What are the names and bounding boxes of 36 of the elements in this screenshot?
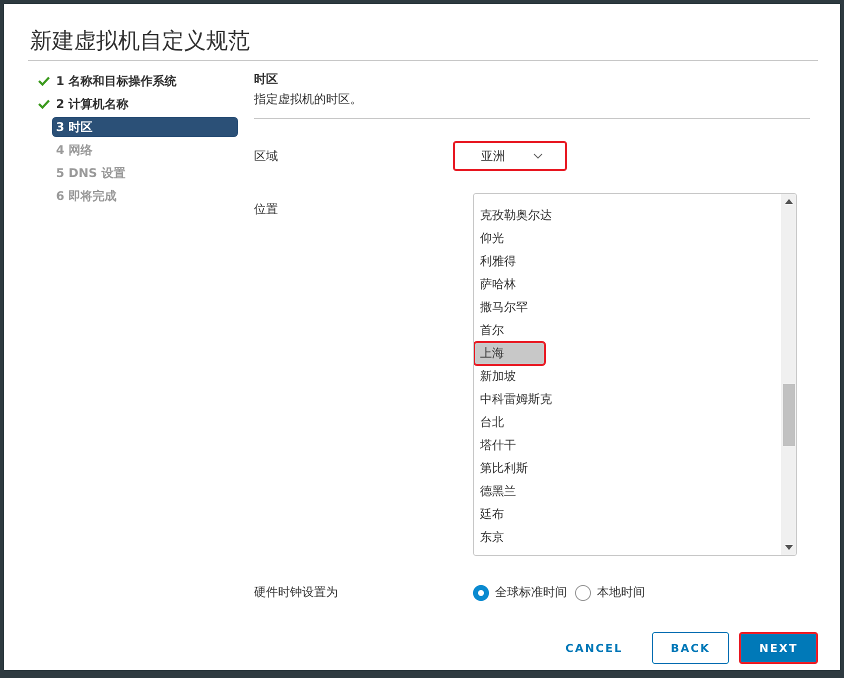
dialog-title: 新建虚拟机自定义规范: [28, 4, 818, 61]
list-item[interactable]: 仰光: [474, 227, 781, 250]
scroll-down-icon: [784, 545, 792, 550]
list-item[interactable]: 廷布: [474, 503, 781, 526]
wizard-step[interactable]: 1 名称和目标操作系统: [36, 71, 238, 91]
list-item[interactable]: 德黑兰: [474, 480, 781, 503]
list-item[interactable]: 首尔: [474, 319, 781, 342]
region-dropdown[interactable]: 亚洲: [453, 141, 567, 171]
list-item[interactable]: 中科雷姆斯克: [474, 388, 781, 411]
scroll-up-icon: [784, 199, 792, 204]
field-label: 位置: [254, 201, 279, 218]
radio-button[interactable]: [575, 584, 591, 600]
list-item[interactable]: 克孜勒奥尔达: [474, 204, 781, 227]
next-button[interactable]: NEXT: [739, 632, 818, 664]
wizard-step[interactable]: 2 计算机名称: [36, 94, 238, 114]
list-item[interactable]: 台北: [474, 411, 781, 434]
section-description: 指定虚拟机的时区。: [254, 91, 810, 119]
radio-button[interactable]: [473, 584, 489, 600]
scroll-thumb[interactable]: [782, 384, 794, 446]
radio-option[interactable]: 本地时间: [575, 584, 645, 601]
chevron-down-icon: [533, 153, 543, 159]
list-item[interactable]: 东京: [474, 526, 781, 549]
list-item[interactable]: 撒马尔罕: [474, 296, 781, 319]
field-label: 硬件时钟设置为: [254, 584, 339, 601]
radio-option[interactable]: 全球标准时间: [473, 584, 567, 601]
list-item[interactable]: 上海: [474, 342, 545, 365]
list-item[interactable]: 利雅得: [474, 250, 781, 273]
list-item[interactable]: 第比利斯: [474, 457, 781, 480]
wizard-step[interactable]: 3 时区: [52, 117, 238, 137]
scrollbar[interactable]: [781, 194, 796, 555]
back-button[interactable]: BACK: [652, 632, 730, 664]
list-item[interactable]: 新加坡: [474, 365, 781, 388]
list-item[interactable]: 塔什干: [474, 434, 781, 457]
field-label: 区域: [254, 148, 279, 165]
list-item[interactable]: 萨哈林: [474, 273, 781, 296]
section-title: 时区: [254, 71, 279, 88]
